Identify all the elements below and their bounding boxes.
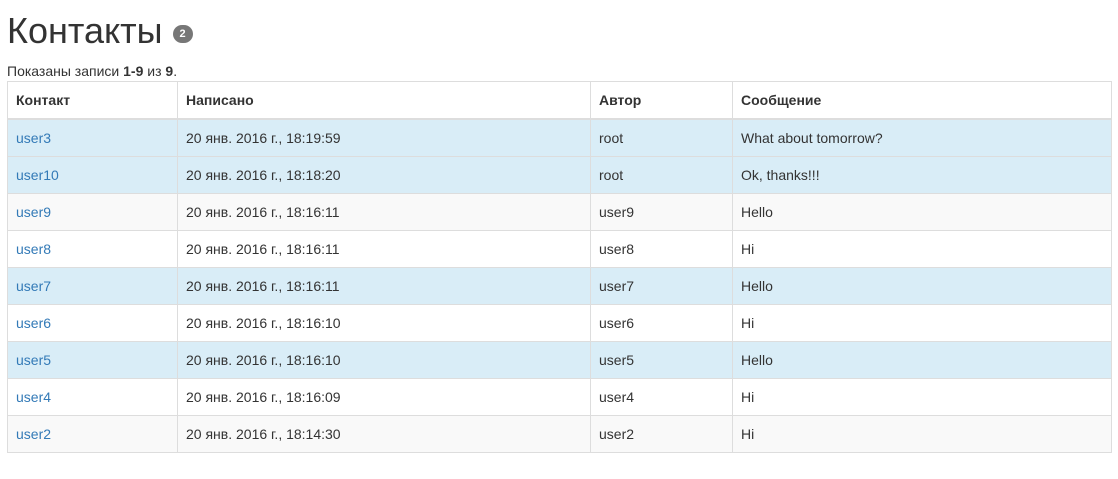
title-row: Контакты 2 <box>7 0 1111 62</box>
page-container: Контакты 2 Показаны записи 1-9 из 9. Кон… <box>7 0 1112 453</box>
cell-written: 20 янв. 2016 г., 18:16:10 <box>177 341 591 379</box>
cell-message: Hi <box>732 415 1112 453</box>
contact-link[interactable]: user4 <box>16 389 51 405</box>
cell-written: 20 янв. 2016 г., 18:16:09 <box>177 378 591 416</box>
contact-link[interactable]: user7 <box>16 278 51 294</box>
table-row: user6 20 янв. 2016 г., 18:16:10 user6 Hi <box>7 304 1112 342</box>
table-header: Контакт Написано Автор Сообщение <box>7 81 1112 120</box>
cell-author: user4 <box>590 378 733 416</box>
cell-contact: user2 <box>7 415 178 453</box>
table-row: user8 20 янв. 2016 г., 18:16:11 user8 Hi <box>7 230 1112 268</box>
cell-written: 20 янв. 2016 г., 18:18:20 <box>177 156 591 194</box>
contact-link[interactable]: user10 <box>16 167 59 183</box>
cell-contact: user7 <box>7 267 178 305</box>
cell-message: Hello <box>732 193 1112 231</box>
table-header-row: Контакт Написано Автор Сообщение <box>7 81 1112 120</box>
contacts-table: Контакт Написано Автор Сообщение user3 20… <box>7 81 1112 453</box>
contacts-count-badge: 2 <box>172 25 193 43</box>
cell-message: Hello <box>732 341 1112 379</box>
cell-message: Hello <box>732 267 1112 305</box>
column-header-written: Написано <box>177 81 591 120</box>
cell-message: Ok, thanks!!! <box>732 156 1112 194</box>
cell-author: user9 <box>590 193 733 231</box>
contact-link[interactable]: user2 <box>16 426 51 442</box>
table-row: user4 20 янв. 2016 г., 18:16:09 user4 Hi <box>7 378 1112 416</box>
cell-written: 20 янв. 2016 г., 18:16:11 <box>177 267 591 305</box>
summary-middle: из <box>143 63 166 79</box>
page-title: Контакты <box>7 10 163 51</box>
cell-author: user8 <box>590 230 733 268</box>
cell-written: 20 янв. 2016 г., 18:16:10 <box>177 304 591 342</box>
table-body: user3 20 янв. 2016 г., 18:19:59 root What a… <box>7 118 1112 453</box>
cell-author: root <box>590 118 733 157</box>
cell-author: user2 <box>590 415 733 453</box>
cell-message: Hi <box>732 304 1112 342</box>
cell-written: 20 янв. 2016 г., 18:14:30 <box>177 415 591 453</box>
contact-link[interactable]: user6 <box>16 315 51 331</box>
records-summary: Показаны записи 1-9 из 9. <box>7 62 1111 81</box>
cell-contact: user6 <box>7 304 178 342</box>
table-row: user2 20 янв. 2016 г., 18:14:30 user2 Hi <box>7 415 1112 453</box>
summary-suffix: . <box>173 63 178 79</box>
cell-written: 20 янв. 2016 г., 18:16:11 <box>177 193 591 231</box>
cell-author: root <box>590 156 733 194</box>
cell-contact: user4 <box>7 378 178 416</box>
table-row: user3 20 янв. 2016 г., 18:19:59 root What a… <box>7 118 1112 157</box>
summary-prefix: Показаны записи <box>7 63 124 79</box>
cell-author: user6 <box>590 304 733 342</box>
cell-author: user7 <box>590 267 733 305</box>
cell-written: 20 янв. 2016 г., 18:19:59 <box>177 118 591 157</box>
cell-contact: user8 <box>7 230 178 268</box>
table-row: user10 20 янв. 2016 г., 18:18:20 root Ok, t… <box>7 156 1112 194</box>
table-row: user9 20 янв. 2016 г., 18:16:11 user9 Hello <box>7 193 1112 231</box>
contact-link[interactable]: user8 <box>16 241 51 257</box>
cell-contact: user5 <box>7 341 178 379</box>
cell-author: user5 <box>590 341 733 379</box>
cell-contact: user3 <box>7 118 178 157</box>
cell-written: 20 янв. 2016 г., 18:16:11 <box>177 230 591 268</box>
contact-link[interactable]: user9 <box>16 204 51 220</box>
table-row: user7 20 янв. 2016 г., 18:16:11 user7 Hello <box>7 267 1112 305</box>
cell-message: What about tomorrow? <box>732 118 1112 157</box>
contact-link[interactable]: user3 <box>16 130 51 146</box>
column-header-author: Автор <box>590 81 733 120</box>
column-header-contact: Контакт <box>7 81 178 120</box>
cell-message: Hi <box>732 378 1112 416</box>
column-header-message: Сообщение <box>732 81 1112 120</box>
summary-range: 1-9 <box>123 63 144 79</box>
cell-contact: user9 <box>7 193 178 231</box>
contact-link[interactable]: user5 <box>16 352 51 368</box>
cell-contact: user10 <box>7 156 178 194</box>
cell-message: Hi <box>732 230 1112 268</box>
table-row: user5 20 янв. 2016 г., 18:16:10 user5 Hello <box>7 341 1112 379</box>
